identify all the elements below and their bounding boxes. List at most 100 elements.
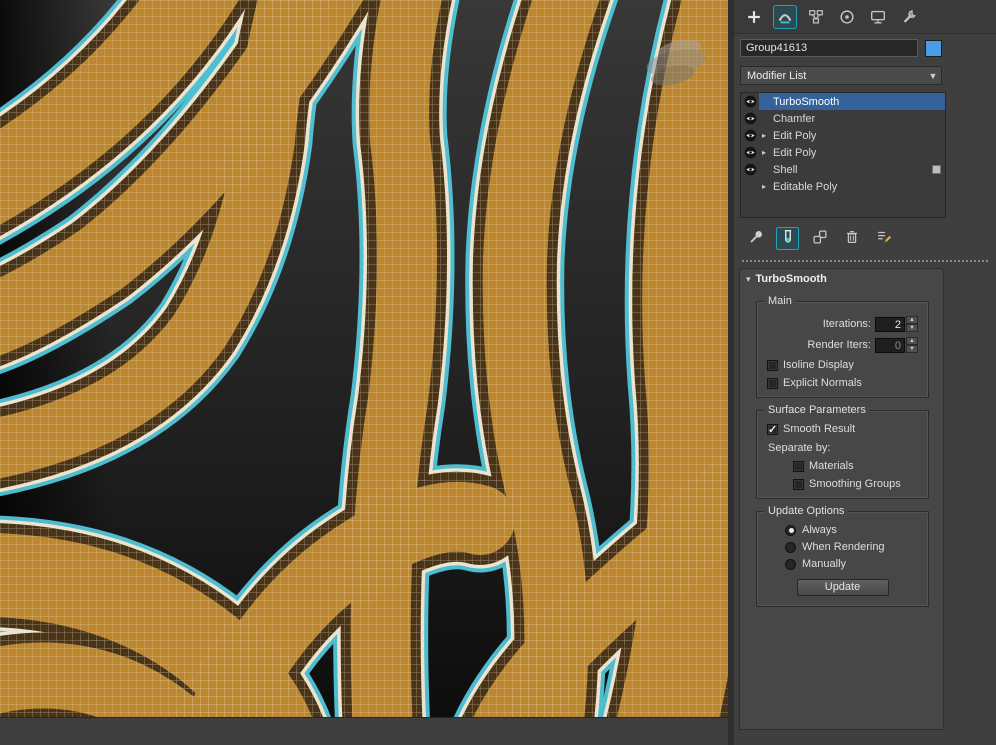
checkbox-unchecked[interactable] xyxy=(767,377,778,389)
configure-list-icon xyxy=(875,228,893,249)
tab-hierarchy[interactable] xyxy=(804,5,828,29)
panel-tab-bar xyxy=(734,0,996,34)
object-name-input[interactable] xyxy=(740,39,918,57)
group-surface-parameters: Surface Parameters Smooth Result Separat… xyxy=(756,404,929,499)
iterations-label: Iterations: xyxy=(822,318,871,330)
timeline-strip xyxy=(0,717,728,745)
iterations-value[interactable]: 2 xyxy=(875,316,905,332)
radio-selected[interactable] xyxy=(785,524,796,536)
when-rendering-label: When Rendering xyxy=(802,541,885,553)
stack-row-turbosmooth[interactable]: TurboSmooth xyxy=(741,93,945,110)
update-button[interactable]: Update xyxy=(796,579,889,596)
visibility-eye-icon[interactable] xyxy=(741,146,759,159)
visibility-eye-icon[interactable] xyxy=(741,95,759,108)
modifier-label: Chamfer xyxy=(773,112,816,125)
separate-by-label: Separate by: xyxy=(768,442,831,454)
isoline-display-checkbox-row[interactable]: Isoline Display xyxy=(767,359,922,371)
render-iters-row: Render Iters: 0 ▲ ▼ xyxy=(763,337,918,353)
radio-unselected[interactable] xyxy=(785,541,796,553)
make-unique-icon xyxy=(811,228,829,249)
group-update-options: Update Options Always When Rendering Man… xyxy=(756,505,929,607)
stack-row-shell[interactable]: Shell xyxy=(741,161,945,178)
visibility-eye-icon[interactable] xyxy=(741,129,759,142)
make-unique-button[interactable] xyxy=(808,227,831,250)
configure-modifier-sets-button[interactable] xyxy=(872,227,895,250)
viewport[interactable] xyxy=(0,0,728,717)
render-iters-label: Render Iters: xyxy=(807,339,871,351)
expand-arrow-icon[interactable]: ▸ xyxy=(762,148,772,157)
always-radio-row[interactable]: Always xyxy=(785,524,922,536)
motion-icon xyxy=(838,8,856,26)
checkbox-unchecked[interactable] xyxy=(793,478,804,490)
explicit-normals-label: Explicit Normals xyxy=(783,377,862,389)
when-rendering-radio-row[interactable]: When Rendering xyxy=(785,541,922,553)
manually-label: Manually xyxy=(802,558,847,570)
explicit-normals-checkbox-row[interactable]: Explicit Normals xyxy=(767,377,922,389)
caret-down-icon: ▾ xyxy=(746,273,751,284)
modifier-label: Editable Poly xyxy=(773,180,838,193)
render-iters-value[interactable]: 0 xyxy=(875,337,905,353)
tab-create[interactable] xyxy=(742,5,766,29)
materials-label: Materials xyxy=(809,460,854,472)
pin-stack-button[interactable] xyxy=(744,227,767,250)
checkbox-unchecked[interactable] xyxy=(793,460,804,472)
stack-row-chamfer[interactable]: Chamfer xyxy=(741,110,945,127)
stack-row-edit-poly-1[interactable]: ▸ Edit Poly xyxy=(741,127,945,144)
rollout-divider xyxy=(742,260,988,262)
always-label: Always xyxy=(802,524,837,536)
pin-icon xyxy=(747,228,765,249)
iterations-spinner[interactable]: ▲ ▼ xyxy=(906,316,918,332)
group-main-title: Main xyxy=(764,295,796,307)
show-end-result-button[interactable] xyxy=(776,226,799,250)
expand-arrow-icon[interactable]: ▸ xyxy=(762,131,772,140)
stack-row-edit-poly-2[interactable]: ▸ Edit Poly xyxy=(741,144,945,161)
tab-motion[interactable] xyxy=(835,5,859,29)
modifier-label: Shell xyxy=(773,163,798,176)
modifier-list-label: Modifier List xyxy=(747,69,807,82)
tab-utilities[interactable] xyxy=(897,5,921,29)
iterations-row: Iterations: 2 ▲ ▼ xyxy=(763,316,918,332)
hierarchy-icon xyxy=(807,8,825,26)
expand-arrow-icon[interactable]: ▸ xyxy=(762,182,772,191)
visibility-eye-icon[interactable] xyxy=(741,163,759,176)
tab-display[interactable] xyxy=(866,5,890,29)
display-icon xyxy=(869,8,887,26)
materials-checkbox-row[interactable]: Materials xyxy=(793,460,922,472)
chevron-down-icon: ▼ xyxy=(928,70,938,81)
render-iters-spinner[interactable]: ▲ ▼ xyxy=(906,337,918,353)
modifier-stack: TurboSmooth Chamfer ▸ Edit Poly ▸ Edit Pol… xyxy=(740,92,946,218)
subobject-indicator-square[interactable] xyxy=(932,165,941,174)
modifier-list-dropdown[interactable]: Modifier List ▼ xyxy=(740,66,942,85)
group-update-title: Update Options xyxy=(764,505,849,517)
remove-modifier-button[interactable] xyxy=(840,227,863,250)
3dsmax-window: Modifier List ▼ TurboSmooth Chamfer xyxy=(0,0,996,745)
tab-modify[interactable] xyxy=(773,4,797,29)
modify-icon xyxy=(776,8,794,26)
spinner-down-icon[interactable]: ▼ xyxy=(906,345,918,353)
isoline-display-label: Isoline Display xyxy=(783,359,854,371)
spinner-up-icon[interactable]: ▲ xyxy=(906,316,918,324)
smooth-result-label: Smooth Result xyxy=(783,423,856,435)
smoothing-groups-label: Smoothing Groups xyxy=(809,478,901,490)
show-end-result-icon xyxy=(779,228,797,249)
turbosmooth-rollout: ▾ TurboSmooth Main Iterations: 2 ▲ ▼ Rend… xyxy=(739,268,944,730)
modifier-label: TurboSmooth xyxy=(773,95,840,108)
rollout-header[interactable]: ▾ TurboSmooth xyxy=(740,269,943,289)
create-plus-icon xyxy=(745,8,763,26)
command-panel: Modifier List ▼ TurboSmooth Chamfer xyxy=(734,0,996,745)
object-color-swatch[interactable] xyxy=(925,39,942,57)
smooth-result-checkbox-row[interactable]: Smooth Result xyxy=(767,423,922,436)
checkbox-unchecked[interactable] xyxy=(767,359,778,371)
spinner-up-icon[interactable]: ▲ xyxy=(906,337,918,345)
modifier-label: Edit Poly xyxy=(773,129,817,142)
smoothing-groups-checkbox-row[interactable]: Smoothing Groups xyxy=(793,478,922,490)
spinner-down-icon[interactable]: ▼ xyxy=(906,324,918,332)
manually-radio-row[interactable]: Manually xyxy=(785,558,922,570)
stack-row-editable-poly[interactable]: ▸ Editable Poly xyxy=(741,178,945,195)
object-name-row xyxy=(740,39,996,57)
trash-icon xyxy=(843,228,861,249)
checkbox-checked[interactable] xyxy=(767,423,778,436)
viewport-canvas[interactable] xyxy=(0,0,728,717)
visibility-eye-icon[interactable] xyxy=(741,112,759,125)
radio-unselected[interactable] xyxy=(785,558,796,570)
